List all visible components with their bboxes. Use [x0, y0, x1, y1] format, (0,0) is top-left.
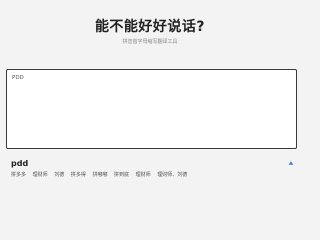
result-card: pdd 拼多多 理财师 刘德 拼多得 拼嘟嘟 拼到底 理财师 理财师、刘德 — [11, 159, 296, 179]
translation-item: 拼嘟嘟 — [92, 172, 108, 178]
translation-item: 拼到底 — [114, 172, 130, 178]
result-word: pdd — [11, 159, 29, 168]
translation-item: 理财师、刘德 — [157, 172, 188, 178]
translation-item: 理财师 — [135, 172, 151, 178]
result-translations: 拼多多 理财师 刘德 拼多得 拼嘟嘟 拼到底 理财师 理财师、刘德 — [11, 172, 296, 179]
abbreviation-input-value: PDD — [12, 75, 24, 81]
header: 能不能好好说话? 拼音首字母缩写翻译工具 — [0, 18, 300, 46]
translation-item: 拼多得 — [70, 172, 86, 178]
page-title: 能不能好好说话? — [94, 19, 206, 35]
page-subtitle: 拼音首字母缩写翻译工具 — [122, 39, 178, 45]
caret-up-icon[interactable] — [288, 160, 294, 166]
abbreviation-input[interactable]: PDD — [6, 69, 297, 149]
translation-item: 拼多多 — [11, 172, 27, 178]
translation-item: 理财师 — [32, 172, 48, 178]
translation-item: 刘德 — [54, 172, 65, 178]
